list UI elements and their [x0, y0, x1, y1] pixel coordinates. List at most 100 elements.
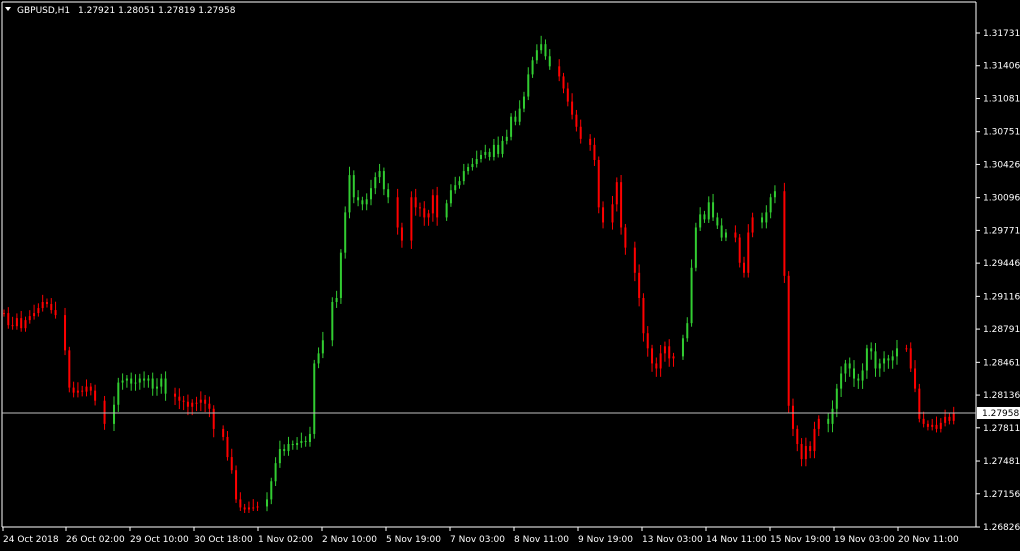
candle-body [699, 214, 702, 228]
candle-body [861, 370, 864, 381]
candle-body [566, 88, 569, 102]
candle-body [103, 400, 106, 424]
candle-body [24, 320, 27, 329]
candle-body [589, 138, 592, 145]
candle-body [817, 418, 820, 429]
candle-body [835, 388, 838, 409]
candle-body [922, 418, 925, 424]
candle-body [445, 203, 448, 218]
candle-body [378, 171, 381, 178]
candle-body [944, 416, 947, 423]
candle-body [308, 433, 311, 442]
candle-body [905, 348, 908, 350]
candle-body [865, 348, 868, 371]
candle-body [283, 449, 286, 452]
candle-body [510, 116, 513, 137]
candle-body [602, 207, 605, 223]
candle-body [751, 217, 754, 233]
candle-body [256, 506, 259, 508]
candle-body [558, 66, 561, 77]
time-tick-label: 20 Nov 11:00 [898, 535, 959, 545]
candle-body [579, 126, 582, 139]
candle-body [382, 171, 385, 190]
candle-body [300, 440, 303, 444]
candle-body [844, 363, 847, 374]
candle-body [948, 416, 951, 421]
candle-body [361, 200, 364, 205]
current-price-label: 1.27958 [982, 409, 1019, 419]
price-tick-label: 1.30096 [983, 194, 1020, 204]
candle-body [222, 428, 225, 437]
candle-body [113, 404, 116, 424]
candle-body [853, 368, 856, 379]
candle-body [41, 302, 44, 309]
time-tick-label: 7 Nov 03:00 [450, 535, 505, 545]
candle-body [212, 408, 215, 429]
candle-body [33, 313, 36, 317]
candle-body [121, 380, 124, 383]
candle-body [813, 428, 816, 452]
candle-body [291, 444, 294, 446]
candle-body [633, 247, 636, 273]
time-tick-label: 30 Oct 18:00 [194, 535, 253, 545]
candle-body [615, 182, 618, 205]
time-tick-label: 9 Nov 19:00 [578, 535, 633, 545]
candle-body [575, 114, 578, 127]
price-tick-label: 1.27156 [983, 490, 1020, 500]
candle-body [471, 164, 474, 168]
candle-body [94, 390, 97, 401]
candle-body [50, 304, 53, 311]
candle-body [431, 195, 434, 214]
time-tick-label: 1 Nov 02:00 [258, 535, 313, 545]
candle-body [918, 388, 921, 419]
candle-body [783, 191, 786, 276]
price-tick-label: 1.31406 [983, 62, 1020, 72]
candle-body [804, 446, 807, 460]
candle-body [720, 225, 723, 238]
candle-body [339, 252, 342, 298]
price-tick-label: 1.28136 [983, 391, 1020, 401]
candle-body [352, 175, 355, 198]
candle-body [655, 363, 658, 369]
candle-body [597, 159, 600, 208]
candle-body [454, 185, 457, 191]
price-chart[interactable]: 1.31731 1.31406 1.31081 1.30751 1.30426 1.300… [0, 0, 1020, 551]
candle-body [235, 470, 238, 500]
time-tick-label: 24 Oct 2018 [3, 535, 59, 545]
candle-body [458, 181, 461, 186]
candle-body [761, 217, 764, 223]
candle-body [548, 56, 551, 67]
price-tick-label: 1.27811 [983, 424, 1020, 434]
candle-body [89, 386, 92, 391]
candle-body [895, 348, 898, 357]
candle-body [690, 267, 693, 324]
candle-body [387, 189, 390, 198]
candle-body [659, 353, 662, 369]
candle-body [909, 348, 912, 369]
candle-body [926, 423, 929, 427]
candle-body [694, 227, 697, 268]
candle-body [164, 378, 167, 394]
candle-body [134, 382, 137, 384]
candle-body [64, 315, 67, 351]
candle-body [891, 356, 894, 361]
candle-body [800, 444, 803, 460]
candle-body [681, 338, 684, 357]
candle-body [357, 197, 360, 201]
price-tick-label: 1.29116 [983, 292, 1020, 302]
candle-body [878, 363, 881, 369]
candle-body [369, 188, 372, 200]
candle-body [160, 378, 163, 387]
candle-body [68, 350, 71, 388]
candle-body [522, 96, 525, 109]
candle-body [480, 154, 482, 159]
candle-body [436, 195, 439, 218]
candle-body [204, 399, 207, 404]
candle-body [321, 340, 324, 354]
candle-body [467, 167, 470, 172]
candle-body [686, 323, 689, 339]
candle-body [313, 363, 316, 434]
candle-body [809, 446, 812, 452]
candle-body [182, 400, 185, 402]
candle-body [45, 302, 48, 305]
